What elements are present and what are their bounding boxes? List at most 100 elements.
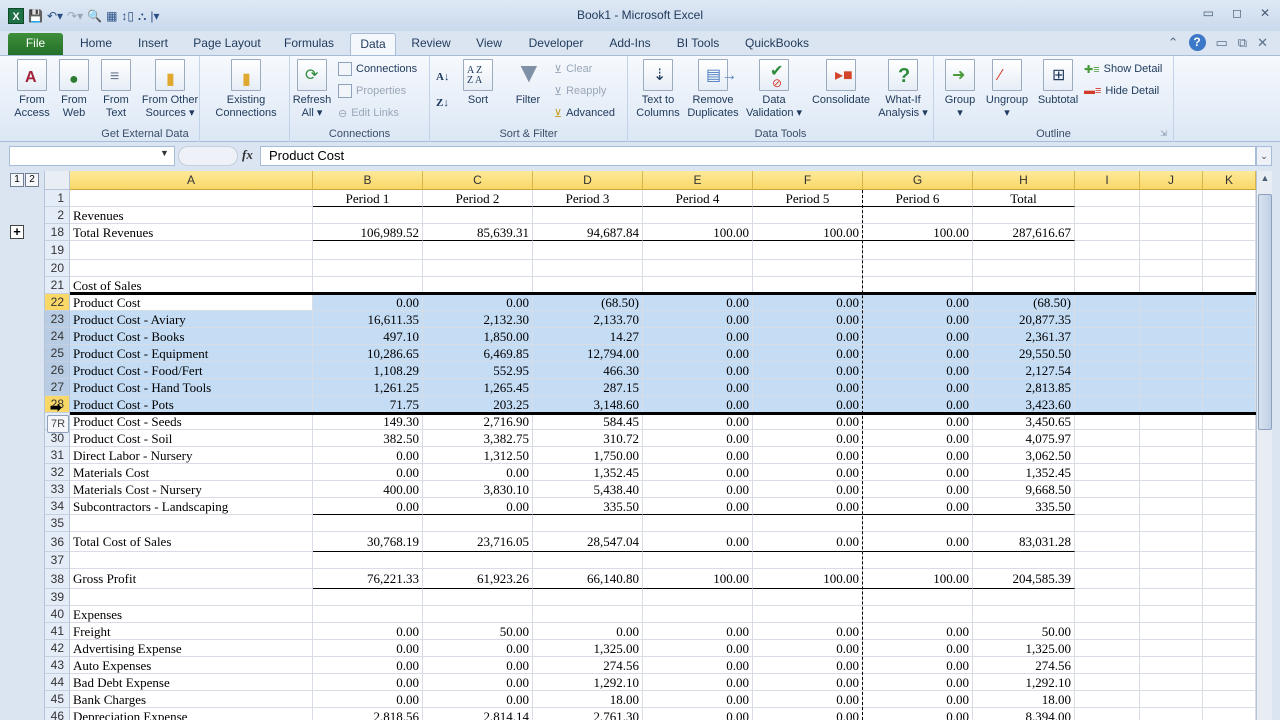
tab-formulas[interactable]: Formulas [278,33,340,55]
cell-value[interactable]: 3,382.75 [423,430,533,447]
cell-value[interactable] [973,589,1075,606]
cell-value[interactable]: 0.00 [643,362,753,379]
cell-empty[interactable] [1075,623,1140,640]
cell-label[interactable] [70,241,313,260]
cell-value[interactable] [863,515,973,532]
cell-value[interactable]: 0.00 [863,481,973,498]
ungroup-button[interactable]: ⁄ Ungroup ▾ [984,59,1030,120]
cell-value[interactable]: 149.30 [313,413,423,430]
cell-empty[interactable] [1140,345,1203,362]
cell-value[interactable]: 0.00 [863,379,973,396]
cell-label[interactable]: Revenues [70,207,313,224]
cell-value[interactable]: 1,292.10 [973,674,1075,691]
row-header[interactable]: 22 [45,294,70,311]
cell-value[interactable]: 20,877.35 [973,311,1075,328]
tab-data[interactable]: Data [350,33,396,55]
name-box[interactable] [9,146,175,166]
cell-value[interactable]: 50.00 [423,623,533,640]
cell-value[interactable]: 0.00 [753,430,863,447]
cell-value[interactable]: 0.00 [643,532,753,552]
cell-empty[interactable] [1075,569,1140,589]
cell-value[interactable]: 100.00 [863,569,973,589]
cell-value[interactable]: 2,818.56 [313,708,423,720]
tab-file[interactable]: File [8,33,63,55]
cell-value[interactable] [423,207,533,224]
cell-value[interactable]: 2,132.30 [423,311,533,328]
cell-value[interactable]: 0.00 [313,498,423,515]
cell-empty[interactable] [1203,623,1256,640]
cell-label[interactable]: Total Revenues [70,224,313,241]
cell-value[interactable]: Period 2 [423,190,533,207]
cell-empty[interactable] [1203,224,1256,241]
cell-value[interactable]: 0.00 [423,691,533,708]
cell-value[interactable]: 0.00 [643,657,753,674]
cell-empty[interactable] [1203,328,1256,345]
cell-empty[interactable] [1075,294,1140,311]
cell-value[interactable]: 100.00 [643,224,753,241]
cell-value[interactable]: 0.00 [863,328,973,345]
cell-empty[interactable] [1203,674,1256,691]
cell-value[interactable]: 0.00 [863,430,973,447]
cell-value[interactable] [533,207,643,224]
cell-value[interactable]: 100.00 [753,569,863,589]
cell-empty[interactable] [1203,430,1256,447]
cell-value[interactable]: 0.00 [753,691,863,708]
cell-value[interactable]: 1,352.45 [533,464,643,481]
minimize-icon[interactable]: ▭ [1203,6,1214,20]
cell-value[interactable] [423,260,533,277]
cell-value[interactable]: 14.27 [533,328,643,345]
scrollbar-thumb[interactable] [1258,194,1272,430]
cell-value[interactable]: 552.95 [423,362,533,379]
cell-empty[interactable] [1075,657,1140,674]
cell-value[interactable]: 335.50 [533,498,643,515]
cell-value[interactable]: 4,075.97 [973,430,1075,447]
column-header-k[interactable]: K [1203,171,1256,190]
help-icon[interactable]: ? [1188,34,1206,51]
cell-value[interactable]: (68.50) [973,294,1075,311]
cell-value[interactable]: 0.00 [753,674,863,691]
cell-empty[interactable] [1203,569,1256,589]
cell-value[interactable]: 0.00 [643,328,753,345]
cell-value[interactable] [753,515,863,532]
cell-empty[interactable] [1075,606,1140,623]
cell-value[interactable]: 100.00 [643,569,753,589]
cell-value[interactable] [313,241,423,260]
cell-label[interactable]: Materials Cost - Nursery [70,481,313,498]
cell-value[interactable]: 1,265.45 [423,379,533,396]
cell-value[interactable]: 310.72 [533,430,643,447]
cell-value[interactable]: 0.00 [423,640,533,657]
cell-empty[interactable] [1203,207,1256,224]
cell-value[interactable] [313,207,423,224]
cell-value[interactable]: 0.00 [423,464,533,481]
row-header[interactable]: 34 [45,498,70,515]
cell-value[interactable]: 0.00 [643,396,753,413]
cell-empty[interactable] [1140,224,1203,241]
name-box-dropdown-icon[interactable]: ▼ [160,148,169,158]
column-header-h[interactable]: H [973,171,1075,190]
cell-value[interactable]: Period 4 [643,190,753,207]
cell-value[interactable]: 466.30 [533,362,643,379]
cell-label[interactable]: Product Cost - Hand Tools [70,379,313,396]
properties-button[interactable]: Properties [338,82,406,100]
cell-value[interactable]: 0.00 [643,379,753,396]
row-header[interactable]: 40 [45,606,70,623]
cell-value[interactable] [643,260,753,277]
row-header[interactable]: 32 [45,464,70,481]
cell-value[interactable]: 0.00 [863,498,973,515]
advanced-filter-button[interactable]: ⊻ Advanced [554,104,615,122]
cell-empty[interactable] [1075,589,1140,606]
cell-value[interactable]: 0.00 [423,657,533,674]
from-other-sources-button[interactable]: ▮ From Other Sources ▾ [138,59,202,120]
consolidate-button[interactable]: ▸■ Consolidate [808,59,874,107]
cell-value[interactable]: 1,312.50 [423,447,533,464]
cell-empty[interactable] [1075,328,1140,345]
cell-label[interactable]: Expenses [70,606,313,623]
cell-value[interactable]: 0.00 [863,362,973,379]
refresh-all-button[interactable]: ⟳ Refresh All ▾ [290,59,334,120]
cell-empty[interactable] [1075,396,1140,413]
cell-value[interactable]: 0.00 [643,674,753,691]
cell-value[interactable]: 50.00 [973,623,1075,640]
cell-value[interactable]: 3,423.60 [973,396,1075,413]
cell-value[interactable]: 0.00 [423,294,533,311]
cell-value[interactable]: 0.00 [313,623,423,640]
